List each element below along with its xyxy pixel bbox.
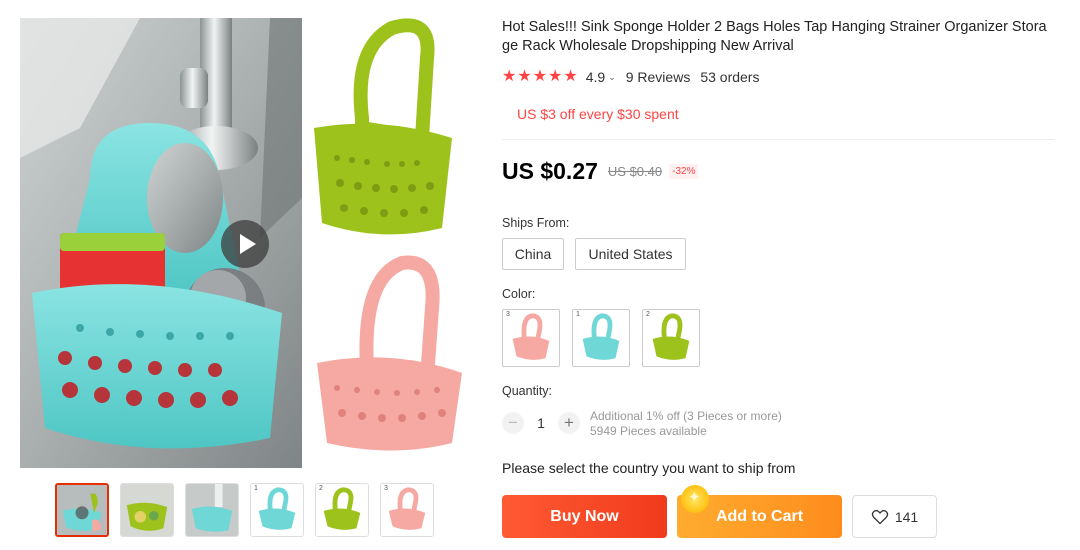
- quantity-decrease-button[interactable]: −: [502, 412, 524, 434]
- product-info-panel: Hot Sales!!! Sink Sponge Holder 2 Bags H…: [502, 18, 1054, 538]
- quantity-note: Additional 1% off (3 Pieces or more) 594…: [590, 409, 782, 439]
- ship-country-message: Please select the country you want to sh…: [502, 460, 796, 476]
- discount-badge: -32%: [669, 164, 699, 179]
- star-icon: ★: [502, 68, 517, 85]
- quantity-label: Quantity:: [502, 384, 553, 398]
- star-icon: ★: [532, 68, 548, 85]
- thumbnail-strip: 1 2 3: [55, 483, 455, 538]
- color-label: Color:: [502, 287, 536, 301]
- thumbnail-2[interactable]: [120, 483, 174, 537]
- color-option-pink[interactable]: 3: [502, 309, 560, 367]
- thumbnail-1[interactable]: [55, 483, 109, 537]
- color-option-green[interactable]: 2: [642, 309, 700, 367]
- play-icon: [240, 234, 256, 254]
- star-icon: ★: [548, 68, 563, 85]
- product-variants-photo: [302, 18, 470, 468]
- orders-count: 53 orders: [700, 69, 760, 85]
- ships-from-label: Ships From:: [502, 216, 570, 230]
- rating-stars: ★ ★ ★ ★ ★: [502, 69, 578, 85]
- original-price: US $0.40: [607, 164, 663, 179]
- chevron-down-icon[interactable]: ⌄: [608, 72, 616, 83]
- star-icon: ★: [517, 68, 532, 85]
- current-price: US $0.27: [502, 158, 598, 184]
- product-gallery: [20, 18, 470, 468]
- quantity-increase-button[interactable]: +: [558, 412, 580, 434]
- reviews-link[interactable]: 9 Reviews: [626, 69, 691, 85]
- coupon-offer[interactable]: US $3 off every $30 spent: [517, 106, 679, 122]
- thumbnail-3[interactable]: [185, 483, 239, 537]
- color-option-teal[interactable]: 1: [572, 309, 630, 367]
- ship-option-china[interactable]: China: [502, 238, 564, 270]
- thumbnail-6[interactable]: 3: [380, 483, 434, 537]
- rating-row: ★ ★ ★ ★ ★ 4.9 ⌄ 9 Reviews 53 orders: [502, 68, 759, 86]
- product-title: Hot Sales!!! Sink Sponge Holder 2 Bags H…: [502, 19, 1047, 54]
- main-product-photo[interactable]: [20, 18, 302, 468]
- star-icon: ★: [563, 68, 578, 85]
- price-row: US $0.27 US $0.40 -32%: [502, 158, 699, 185]
- play-video-button[interactable]: [221, 220, 269, 268]
- buy-now-button[interactable]: Buy Now: [502, 495, 667, 538]
- wishlist-button[interactable]: 141: [852, 495, 937, 538]
- wishlist-count: 141: [894, 508, 919, 525]
- bulk-discount-note: Additional 1% off (3 Pieces or more): [590, 409, 782, 423]
- stock-available: 5949 Pieces available: [590, 424, 707, 438]
- sparkle-icon: ✦: [681, 485, 709, 513]
- thumbnail-5[interactable]: 2: [315, 483, 369, 537]
- heart-icon: [871, 509, 889, 524]
- divider: [502, 139, 1054, 140]
- ship-option-united-states[interactable]: United States: [575, 238, 686, 270]
- rating-value[interactable]: 4.9: [586, 69, 605, 85]
- quantity-value[interactable]: 1: [532, 415, 550, 431]
- thumbnail-4[interactable]: 1: [250, 483, 304, 537]
